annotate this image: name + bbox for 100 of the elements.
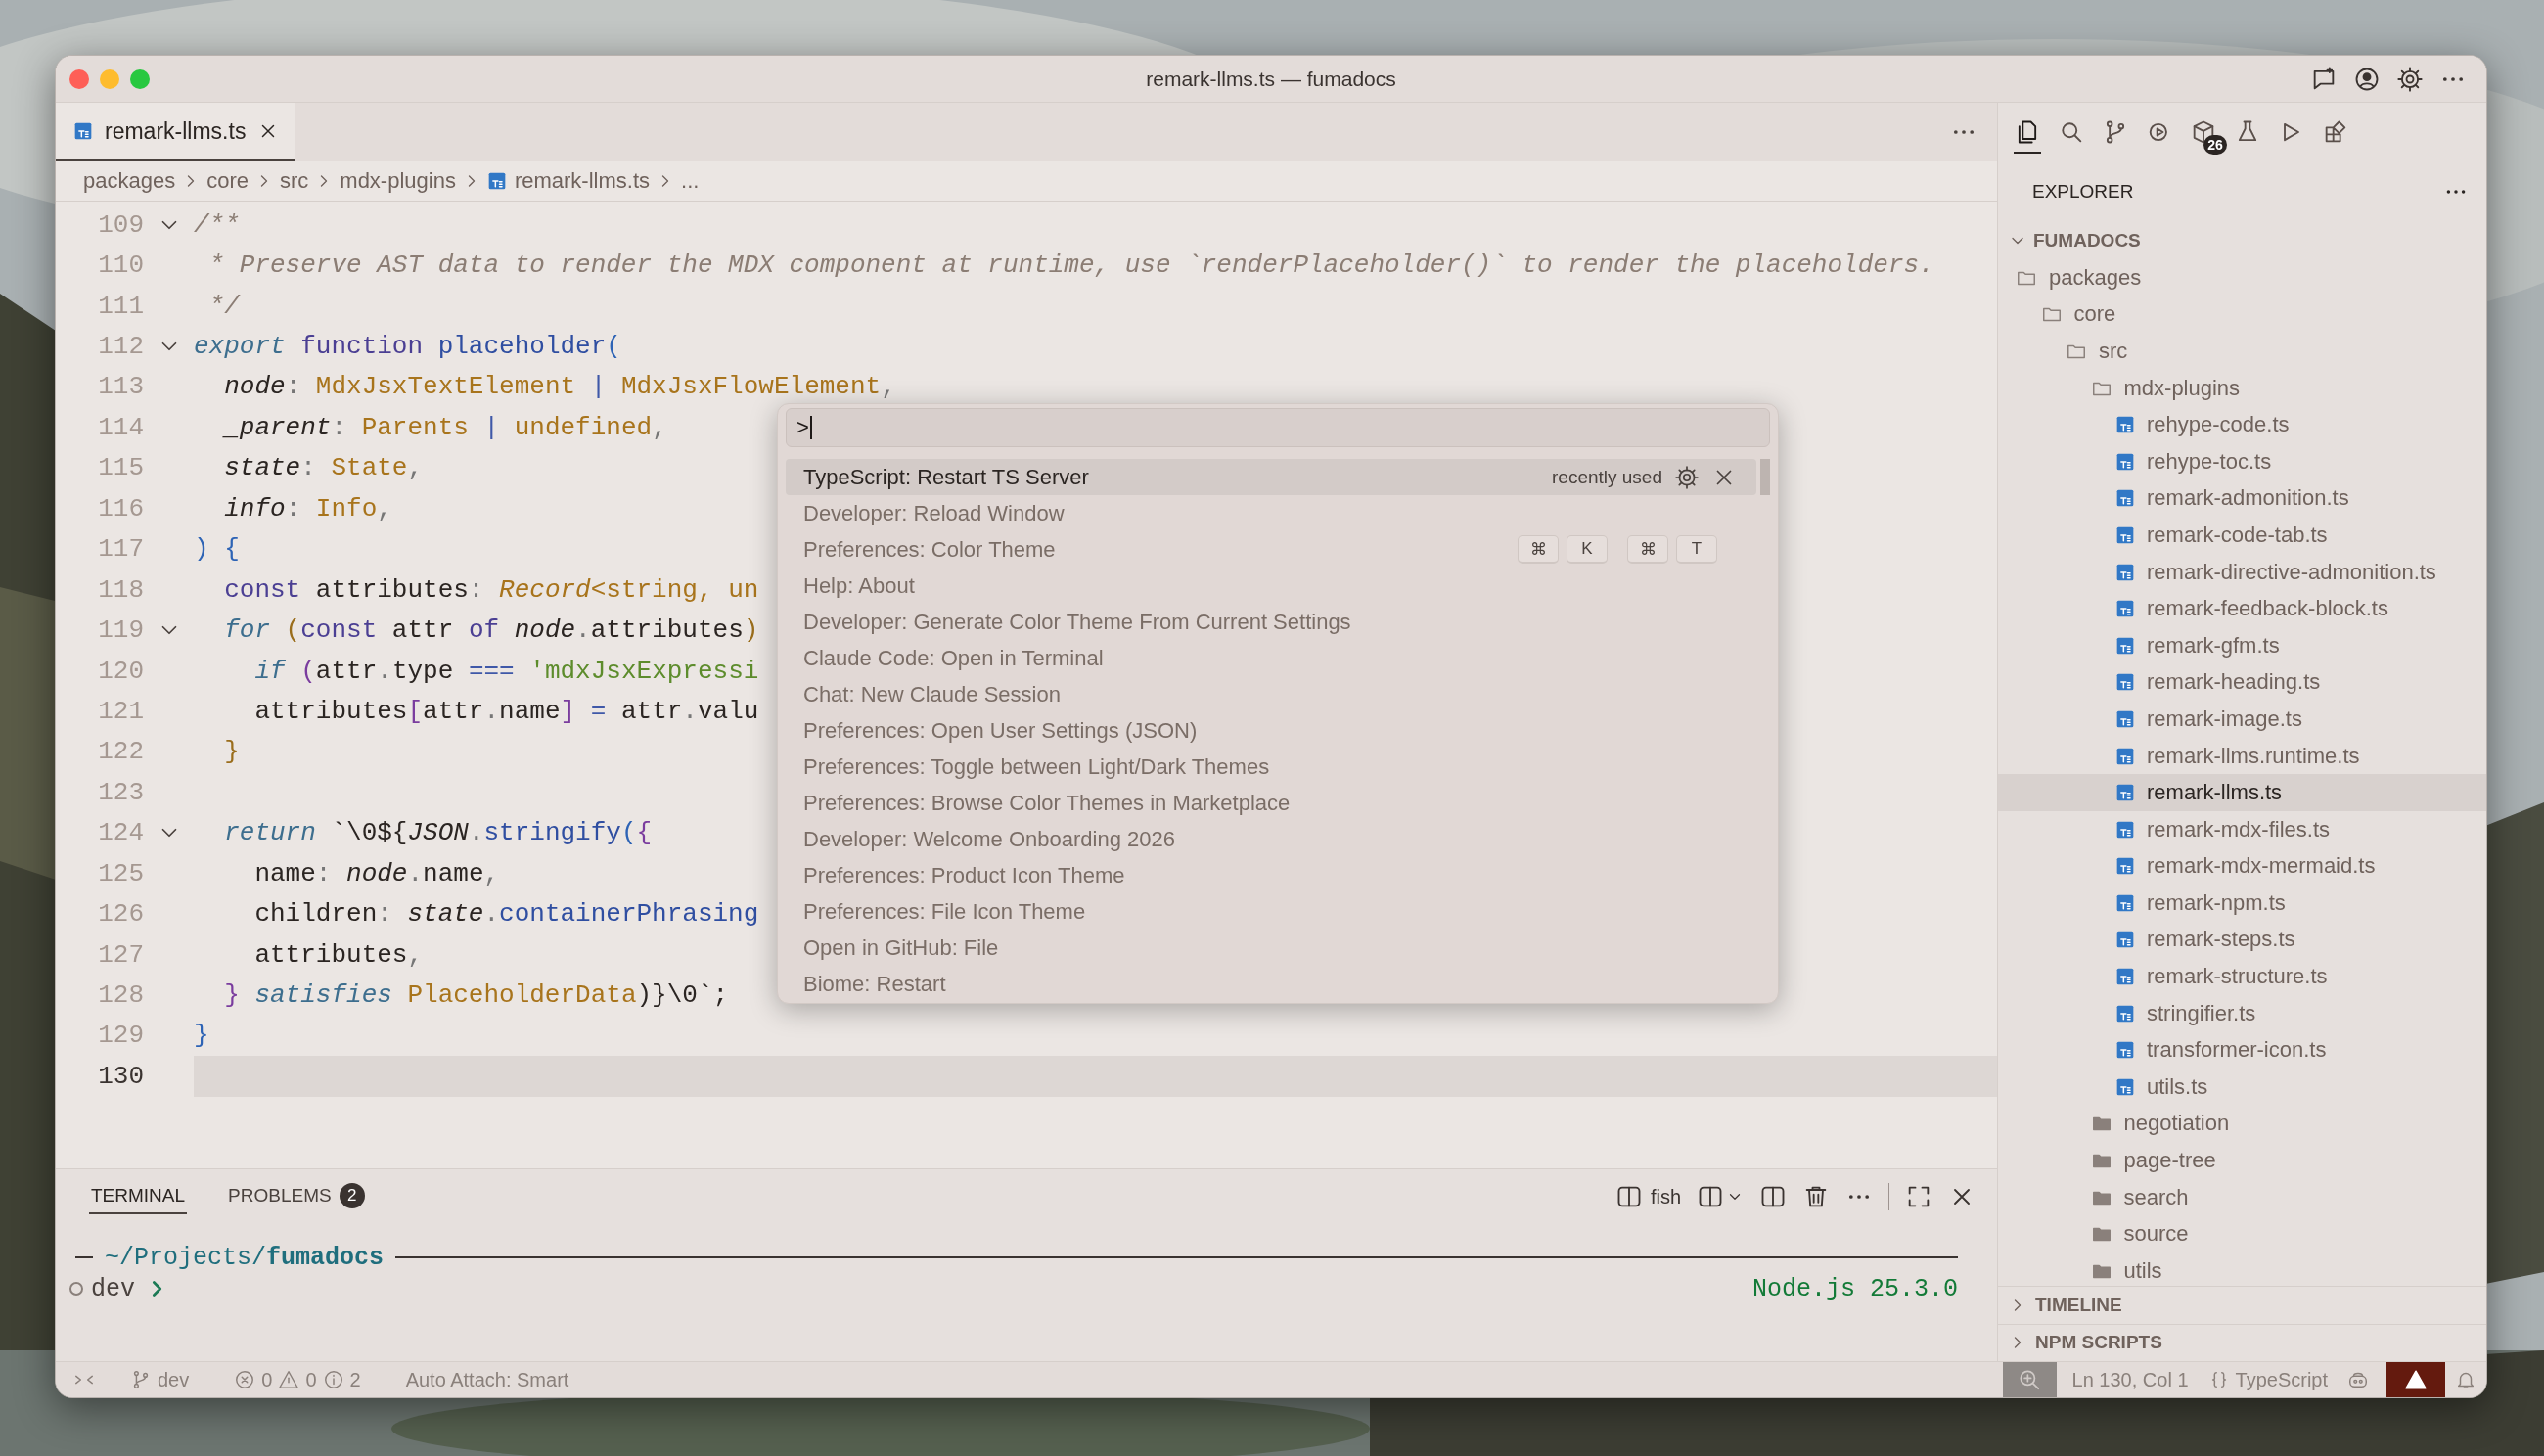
tree-item[interactable]: core (1998, 296, 2486, 334)
command-item[interactable]: Open in GitHub: File (786, 930, 1756, 966)
line-number: 120 (97, 656, 144, 686)
tree-item[interactable]: packages (1998, 259, 2486, 296)
panel-tab[interactable]: TERMINAL (89, 1179, 188, 1214)
file-type-icon (2115, 819, 2135, 840)
file-type-icon (2115, 1076, 2135, 1097)
tree-item[interactable]: page-tree (1998, 1142, 2486, 1179)
tree-item[interactable]: remark-llms.runtime.ts (1998, 737, 2486, 775)
tree-item[interactable]: remark-image.ts (1998, 701, 2486, 738)
info-count[interactable]: 2 (349, 1368, 361, 1391)
key-cap: ⌘ (1518, 535, 1559, 564)
code-line: _parent: Parents | undefined, (221, 411, 667, 444)
item-detail: recently used (1552, 466, 1662, 488)
file-type-icon (2115, 524, 2135, 545)
code-line: if (attr.type === 'mdxJsxExpressi (253, 655, 759, 688)
extension-button[interactable] (2386, 1362, 2445, 1397)
file-type-icon (2115, 415, 2135, 435)
breadcrumb-item[interactable]: remark-llms.ts (514, 168, 651, 194)
line-number: 111 (97, 291, 144, 321)
tree-item[interactable]: mdx-plugins (1998, 369, 2486, 407)
code-line: return `\0${JSON.stringify({ (223, 817, 653, 850)
command-item[interactable]: Developer: Generate Color Theme From Current Settings (786, 604, 1756, 640)
settings-icon[interactable] (2396, 65, 2424, 93)
code-line: attributes[attr.name] = attr.valu (253, 695, 759, 728)
breadcrumb-item[interactable]: packages (83, 168, 176, 194)
tree-item[interactable]: remark-steps.ts (1998, 921, 2486, 959)
code-line: */ (207, 290, 240, 323)
command-item[interactable]: Chat: New Claude Session (786, 676, 1756, 712)
tree-item[interactable]: remark-mdx-files.ts (1998, 810, 2486, 848)
auto-attach-item[interactable]: Auto Attach: Smart (395, 1368, 579, 1391)
tree-item[interactable]: remark-feedback-block.ts (1998, 590, 2486, 627)
command-input[interactable]: > (786, 408, 1770, 447)
command-item[interactable]: Biome: Restart (786, 966, 1756, 1002)
file-type-icon (2115, 930, 2135, 950)
tree-item[interactable]: remark-heading.ts (1998, 663, 2486, 702)
scrollbar-thumb[interactable] (1760, 459, 1770, 495)
code-line: } satisfies PlaceholderData)}\0`; (223, 979, 729, 1013)
file-type-icon (73, 121, 93, 141)
section-header[interactable]: TIMELINE (1998, 1286, 2486, 1324)
settings-icon[interactable] (1674, 464, 1700, 490)
command-item[interactable]: Preferences: Browse Color Themes in Marketplace (786, 785, 1756, 821)
count-badge: 26 (2203, 135, 2227, 155)
tree-item[interactable]: stringifier.ts (1998, 994, 2486, 1032)
warning-count[interactable]: 0 (305, 1368, 317, 1391)
command-item[interactable]: TypeScript: Restart TS Server recently used (786, 459, 1756, 495)
breadcrumb-item[interactable]: core (206, 168, 249, 194)
command-item[interactable]: Preferences: Open User Settings (JSON) (786, 712, 1756, 749)
tree-item[interactable]: utils.ts (1998, 1069, 2486, 1106)
command-item[interactable]: Claude Code: Open in Terminal (786, 640, 1756, 676)
terminal-prompt: dev (91, 1274, 135, 1303)
code-line: } (194, 1020, 209, 1053)
command-item[interactable]: Preferences: File Icon Theme (786, 893, 1756, 930)
tree-item[interactable]: source (1998, 1215, 2486, 1253)
file-type-icon (2115, 599, 2135, 619)
tree-item[interactable]: transformer-icon.ts (1998, 1031, 2486, 1069)
tree-item[interactable]: negotiation (1998, 1105, 2486, 1143)
breadcrumb-item[interactable]: src (280, 168, 309, 194)
tree-item[interactable]: utils (1998, 1252, 2486, 1286)
line-number: 123 (97, 777, 144, 807)
tree-item[interactable]: remark-llms.ts (1998, 774, 2486, 811)
editor-tab[interactable]: remark-llms.ts (56, 103, 295, 161)
tree-item[interactable]: remark-code-tab.ts (1998, 517, 2486, 554)
breadcrumb-item[interactable]: ... (681, 168, 700, 194)
key-cap: ⌘ (1627, 535, 1668, 564)
terminal-shell-button[interactable]: fish (1614, 1183, 1681, 1210)
tree-item[interactable]: remark-mdx-mermaid.ts (1998, 847, 2486, 886)
tree-item[interactable]: remark-npm.ts (1998, 885, 2486, 922)
command-item[interactable]: Preferences: Product Icon Theme (786, 857, 1756, 893)
cursor-position[interactable]: Ln 130, Col 1 (2062, 1362, 2199, 1397)
command-item[interactable]: Preferences: Color Theme ⌘ K ⌘ T (786, 531, 1756, 568)
tree-item[interactable]: rehype-toc.ts (1998, 442, 2486, 480)
file-type-icon (2115, 562, 2135, 582)
command-item[interactable]: Developer: Reload Window (786, 495, 1756, 531)
panel-tab[interactable]: PROBLEMS 2 (226, 1177, 367, 1216)
language-mode[interactable]: TypeScript (2198, 1362, 2338, 1397)
error-icon (234, 1369, 256, 1390)
tree-item[interactable]: remark-admonition.ts (1998, 479, 2486, 518)
command-item[interactable]: Developer: Welcome Onboarding 2026 (786, 821, 1756, 857)
tree-item[interactable]: rehype-code.ts (1998, 406, 2486, 443)
error-count[interactable]: 0 (261, 1368, 273, 1391)
tree-item[interactable]: remark-structure.ts (1998, 958, 2486, 995)
line-number: 116 (97, 493, 144, 523)
branch-item[interactable]: dev (120, 1368, 200, 1391)
tree-item[interactable]: remark-directive-admonition.ts (1998, 553, 2486, 591)
runtime-version: Node.js 25.3.0 (1751, 1274, 1958, 1303)
tree-item[interactable]: search (1998, 1178, 2486, 1216)
file-type-icon (2115, 672, 2135, 693)
file-type-icon (2115, 488, 2135, 509)
tree-item[interactable]: remark-gfm.ts (1998, 626, 2486, 664)
breadcrumb-item[interactable]: mdx-plugins (340, 168, 456, 194)
line-number: 118 (97, 574, 144, 605)
warning-icon (278, 1369, 300, 1390)
line-number: 128 (97, 980, 144, 1011)
tree-item[interactable]: src (1998, 333, 2486, 370)
command-item[interactable]: Help: About (786, 568, 1756, 604)
command-item[interactable]: Preferences: Toggle between Light/Dark Themes (786, 749, 1756, 785)
workspace-header[interactable]: FUMADOCS (1998, 222, 2486, 259)
file-type-icon (2115, 708, 2135, 729)
line-number: 125 (97, 858, 144, 888)
